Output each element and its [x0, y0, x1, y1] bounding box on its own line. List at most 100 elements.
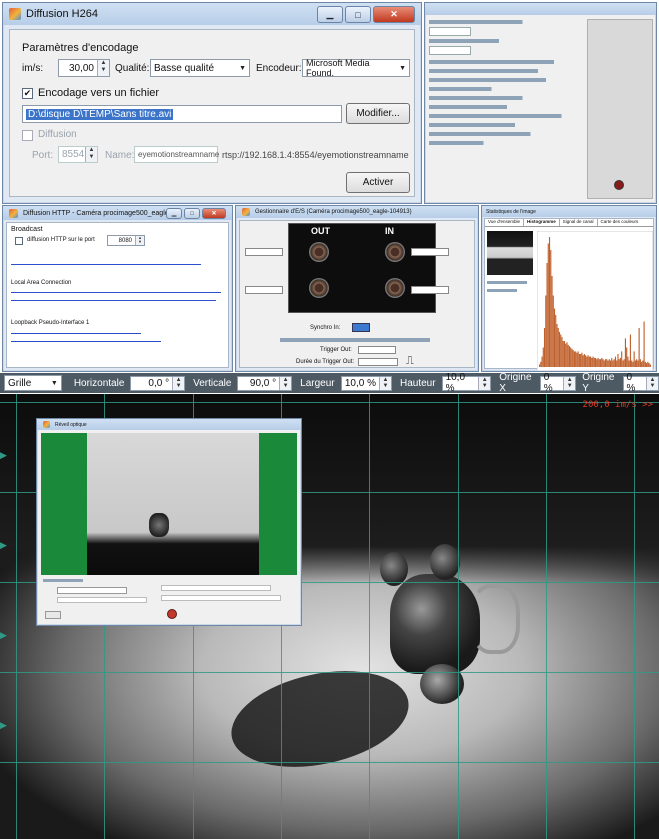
origin-y-value: 0 %	[626, 372, 636, 394]
trigger-duration-input[interactable]	[358, 358, 398, 366]
width-spinner[interactable]: ▲ ▼	[378, 376, 391, 390]
http-checkbox[interactable]	[15, 237, 23, 245]
vertical-spinner[interactable]: ▲ ▼	[279, 376, 292, 390]
fps-spinner[interactable]: ▲ ▼	[97, 60, 109, 76]
histogram-bar	[629, 334, 631, 367]
histogram-bar	[551, 276, 553, 367]
histogram-bar	[624, 338, 627, 367]
maximize-icon[interactable]: □	[345, 6, 371, 23]
close-icon[interactable]: ✕	[373, 6, 415, 23]
inset-field[interactable]	[57, 597, 147, 603]
edge-marker-icon: ▶	[0, 450, 7, 460]
encode-file-checkbox[interactable]: ✔	[22, 88, 33, 99]
grid-select[interactable]: Grille	[4, 375, 62, 391]
stream-name-input[interactable]: eyemotionstreamname	[134, 146, 219, 163]
histogram-bar	[575, 351, 577, 367]
origin-x-value: 0 %	[543, 372, 553, 394]
histogram-bar	[573, 351, 575, 367]
encoder-label: Encodeur:	[256, 63, 302, 74]
vertical-input[interactable]: 90,0 ° ▲ ▼	[237, 375, 293, 391]
histogram-bar	[581, 352, 583, 367]
inset-combo[interactable]	[57, 587, 127, 594]
link-line[interactable]	[11, 289, 221, 293]
maximize-icon[interactable]: □	[184, 208, 200, 219]
recording-settings-titlebar[interactable]	[425, 3, 656, 15]
height-value: 10,0 %	[445, 372, 466, 394]
trigger-out-select[interactable]	[358, 346, 396, 354]
tab-channel-signal[interactable]: Signal de canal	[560, 219, 598, 226]
link-line[interactable]	[11, 338, 161, 342]
io-client: OUT IN Synchro In: Trigger Out: Durée du…	[239, 220, 475, 368]
fps-label: im/s:	[22, 63, 44, 74]
http-client: Broadcast diffusion HTTP sur le port 808…	[6, 222, 229, 368]
grid-toolbar: Grille Horizontale 0,0 ° ▲▼ Verticale 90…	[0, 372, 659, 394]
inset-titlebar[interactable]: Réveil optique	[37, 419, 301, 430]
grid-line-horizontal	[0, 672, 659, 673]
quality-select[interactable]: Basse qualité	[150, 59, 250, 77]
camera-viewer[interactable]: 200,0 im/s >> ▶ ▶ ▶ ▶ Réveil optique	[0, 394, 659, 839]
broadcast-checkbox[interactable]	[22, 130, 33, 141]
histogram-bar	[540, 361, 542, 367]
height-input[interactable]: 10,0 % ▲ ▼	[441, 372, 492, 394]
histogram-bar	[570, 347, 572, 367]
fps-input[interactable]: 30,00 ▲ ▼	[58, 59, 110, 77]
http-port-input[interactable]: 8080 ▲ ▼	[107, 235, 145, 246]
histogram-bar	[617, 354, 619, 367]
tab-color-map[interactable]: Carte des couleurs	[598, 219, 642, 226]
record-button[interactable]	[614, 180, 624, 190]
h264-window: Diffusion H264 ▁ □ ✕ Paramètres d'encoda…	[2, 2, 422, 204]
origin-x-input[interactable]: 0 % ▲ ▼	[539, 372, 577, 394]
port-label: Port:	[32, 150, 54, 161]
http-port-spinner[interactable]: ▲ ▼	[135, 236, 144, 245]
modify-button[interactable]: Modifier...	[346, 103, 410, 124]
inset-record-button[interactable]	[167, 609, 177, 619]
file-path-value: D:\disque D\TEMP\Sans titre.avi	[26, 108, 174, 120]
encoding-section-title: Paramètres d'encodage	[22, 42, 139, 54]
file-path-input[interactable]: D:\disque D\TEMP\Sans titre.avi	[22, 105, 342, 123]
inset-field[interactable]	[161, 585, 271, 591]
histogram-bar	[586, 356, 588, 367]
sync-toggle[interactable]	[352, 323, 370, 332]
horizontal-input[interactable]: 0,0 ° ▲ ▼	[130, 375, 186, 391]
settings-line	[429, 132, 585, 136]
settings-line	[429, 78, 585, 82]
io-titlebar[interactable]: Gestionnaire d'E/S (Caméra procimage500_…	[236, 206, 478, 218]
origin-x-spinner[interactable]: ▲ ▼	[563, 376, 576, 390]
inset-button[interactable]	[45, 611, 61, 619]
height-spinner[interactable]: ▲ ▼	[478, 376, 491, 390]
origin-y-input[interactable]: 0 % ▲ ▼	[622, 372, 659, 394]
link-line[interactable]	[11, 330, 141, 334]
encoder-select[interactable]: Microsoft Media Found.	[302, 58, 410, 78]
histogram-bar	[585, 355, 587, 367]
link-line[interactable]	[11, 297, 216, 301]
settings-line	[429, 105, 585, 109]
close-icon[interactable]: ✕	[202, 208, 226, 219]
inset-frame	[87, 433, 259, 575]
http-titlebar[interactable]: Diffusion HTTP - Caméra procimage500_eag…	[3, 206, 232, 220]
histogram-bar	[596, 359, 598, 367]
width-input[interactable]: 10,0 % ▲ ▼	[340, 375, 392, 391]
link-line[interactable]	[11, 261, 201, 265]
port-spinner[interactable]: ▲ ▼	[85, 147, 97, 162]
histogram-bar	[602, 359, 604, 367]
horizontal-spinner[interactable]: ▲ ▼	[172, 376, 185, 390]
io-combo[interactable]	[411, 286, 449, 294]
histogram-bar	[583, 354, 585, 367]
io-combo[interactable]	[411, 248, 449, 256]
hist-titlebar[interactable]: Statistiques de l'image	[482, 206, 656, 217]
port-input[interactable]: 8554 ▲ ▼	[58, 146, 98, 163]
tab-overview[interactable]: Vue d'ensemble	[485, 219, 524, 226]
settings-line	[429, 114, 585, 118]
minimize-icon[interactable]: ▁	[166, 208, 182, 219]
histogram-bar	[568, 346, 571, 367]
minimize-icon[interactable]: ▁	[317, 6, 343, 23]
inset-field[interactable]	[161, 595, 281, 601]
settings-line	[429, 39, 585, 43]
histogram-bar	[577, 351, 579, 367]
origin-y-spinner[interactable]: ▲ ▼	[646, 376, 659, 390]
io-combo[interactable]	[245, 286, 283, 294]
activate-button[interactable]: Activer	[346, 172, 410, 193]
io-combo[interactable]	[245, 248, 283, 256]
tab-histogram[interactable]: Histogramme	[523, 219, 560, 226]
h264-titlebar[interactable]: Diffusion H264 ▁ □ ✕	[3, 3, 421, 25]
